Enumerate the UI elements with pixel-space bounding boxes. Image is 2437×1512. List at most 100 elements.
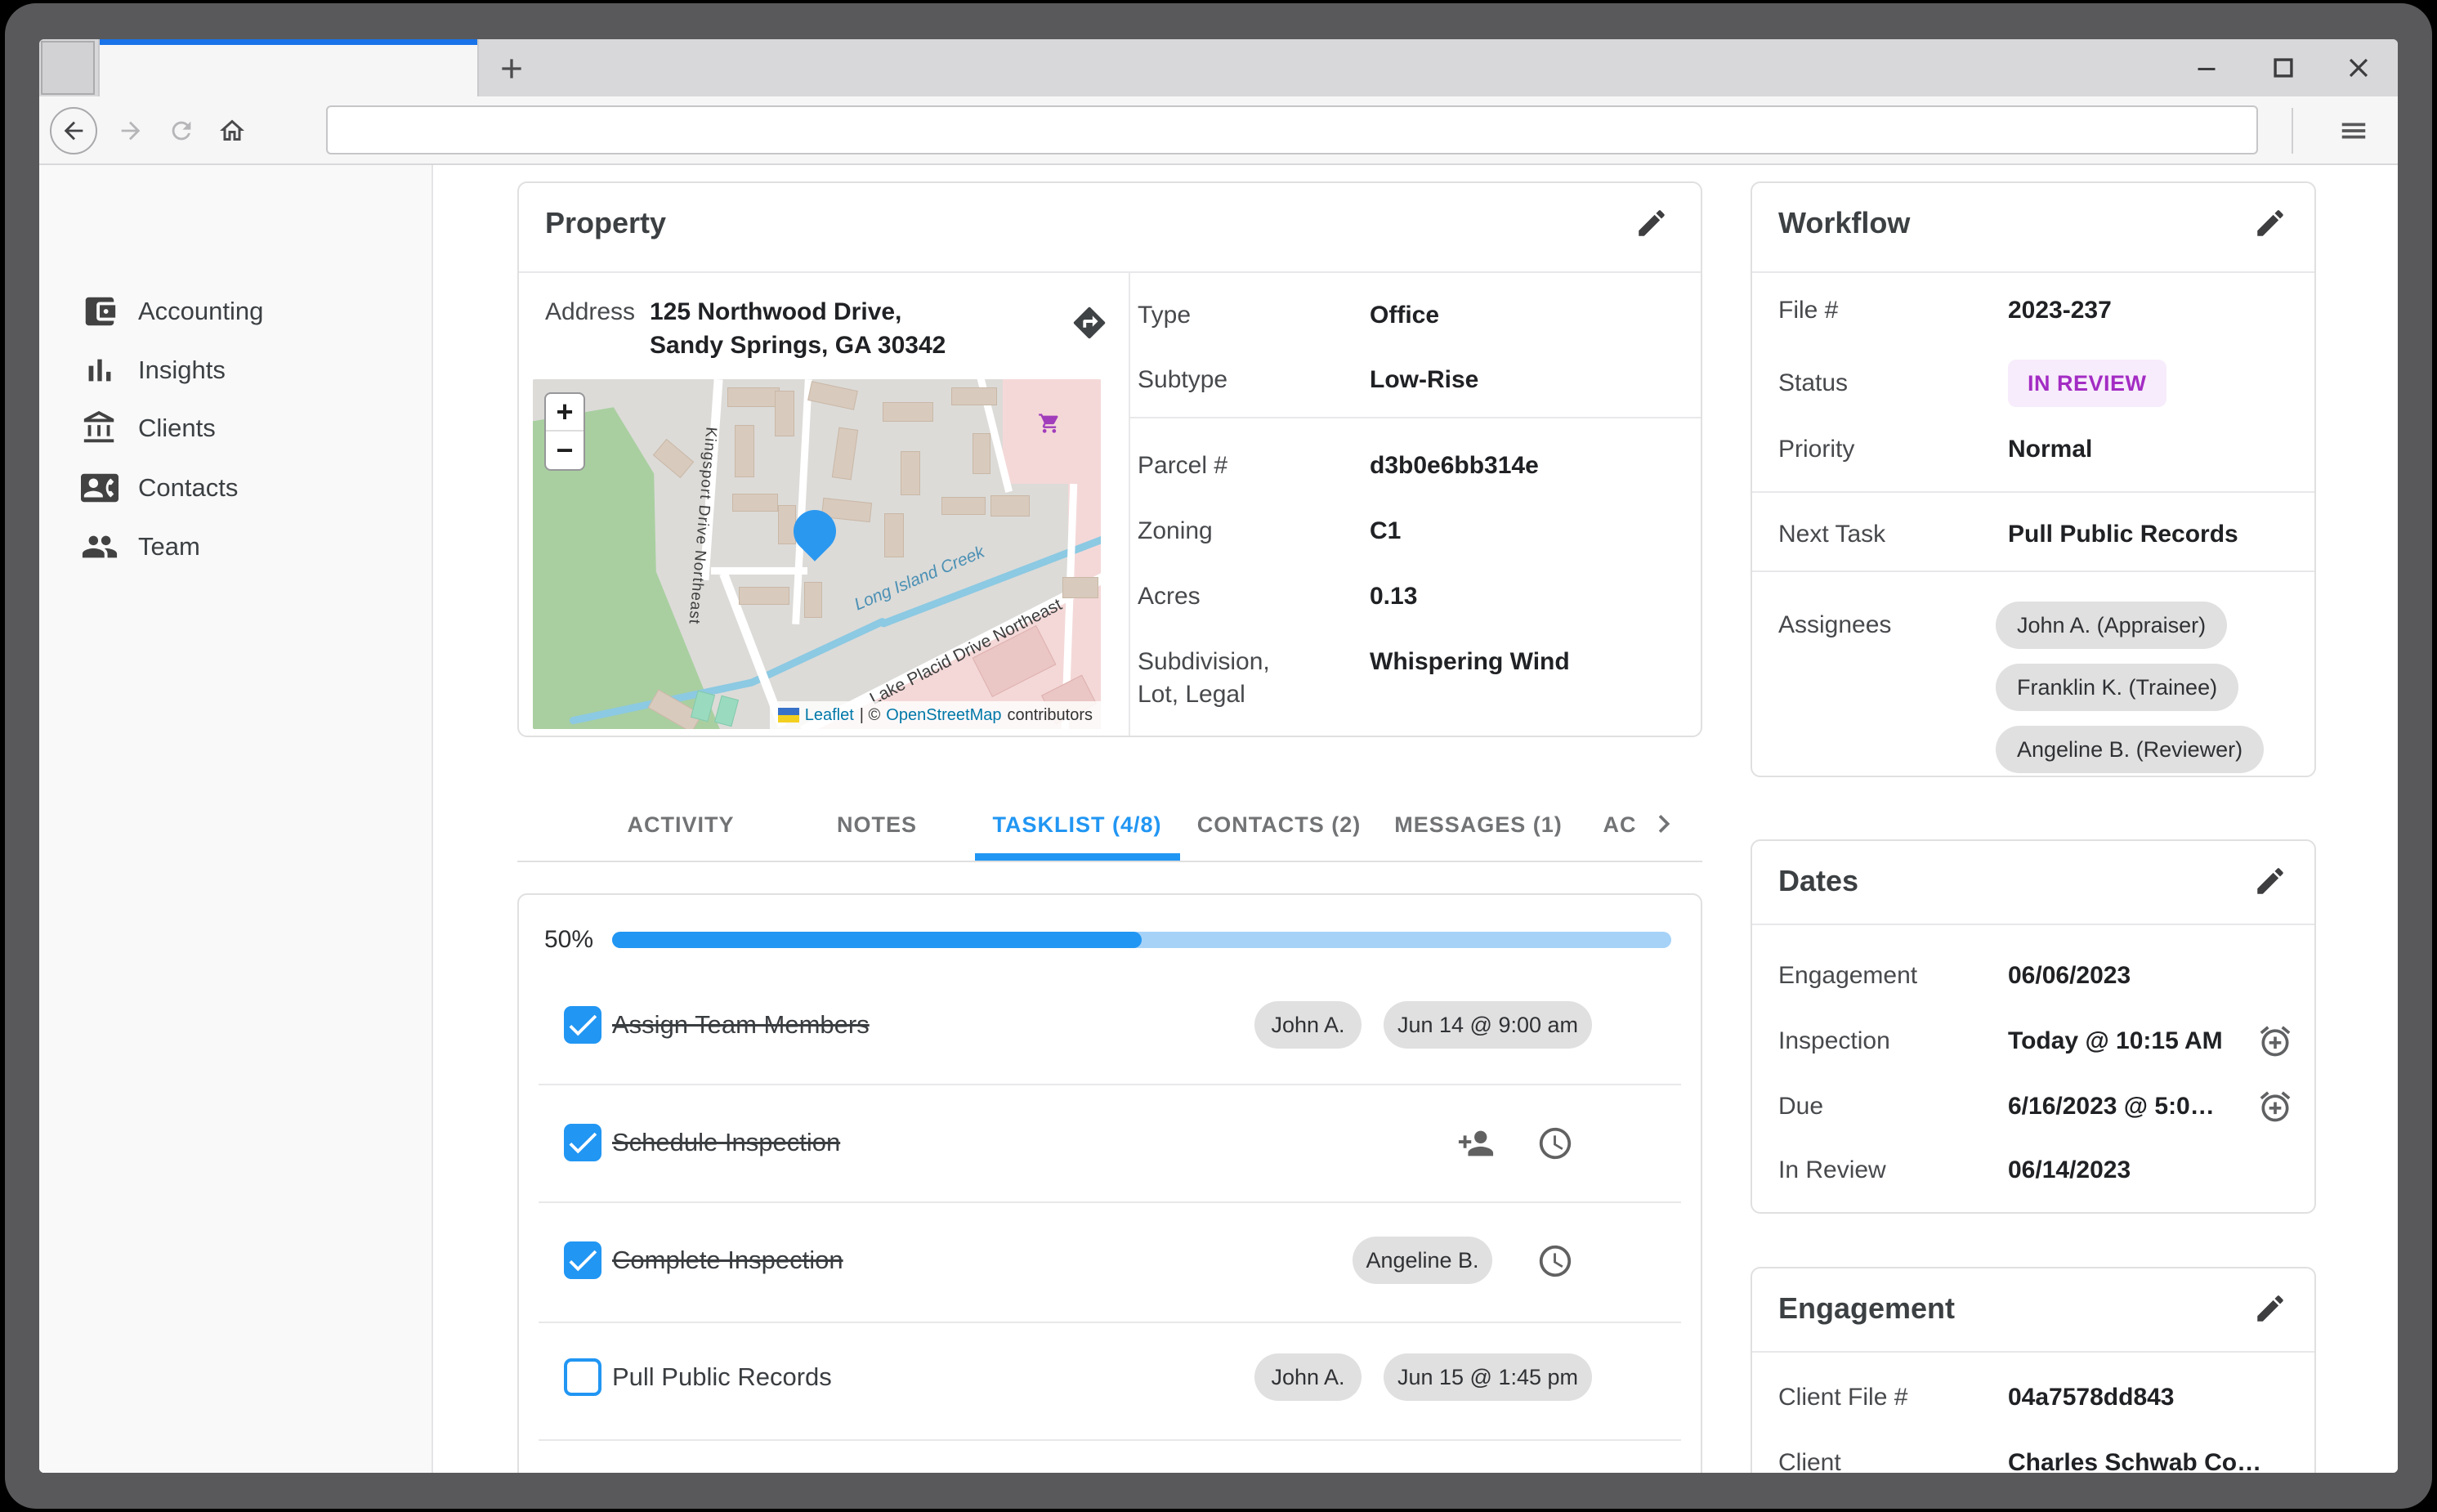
- app-content: Accounting Insights Clients Contacts Tea…: [39, 165, 2398, 1473]
- new-tab-button[interactable]: [485, 49, 538, 88]
- close-button[interactable]: [2322, 39, 2395, 96]
- tab-activity[interactable]: ACTIVITY: [627, 812, 734, 838]
- tasklist-card: 50% Assign Team Members John A. Jun 14 @…: [517, 893, 1702, 1473]
- map-building: [807, 381, 858, 410]
- tab-notes[interactable]: NOTES: [837, 812, 917, 838]
- checkmark-icon: [564, 1124, 601, 1161]
- task-checkbox-pull-public-records[interactable]: [564, 1358, 601, 1396]
- engagement-header-divider: [1752, 1351, 2314, 1353]
- field-value: Today @ 10:15 AM: [2008, 1025, 2223, 1058]
- close-icon: [2343, 52, 2374, 83]
- task-checkbox-complete-inspection[interactable]: [564, 1241, 601, 1279]
- sidebar-item-insights[interactable]: Insights: [39, 344, 433, 396]
- property-edit-button[interactable]: [1634, 206, 1674, 245]
- tab-messages[interactable]: MESSAGES (1): [1394, 812, 1563, 838]
- engagement-client-file-row: Client File #04a7578dd843: [1778, 1381, 2175, 1414]
- inspection-add-alarm-button[interactable]: [2257, 1023, 2295, 1061]
- progress-bar: [612, 932, 1671, 948]
- map-building: [951, 387, 997, 405]
- task-title: Pull Public Records: [612, 1361, 832, 1393]
- toolbar-divider: [2292, 108, 2293, 154]
- map-zoom-out-button[interactable]: −: [546, 432, 584, 469]
- attribution-separator: | ©: [860, 706, 881, 725]
- sidebar-item-contacts[interactable]: Contacts: [39, 462, 433, 514]
- task-set-time-button[interactable]: [1536, 1125, 1574, 1162]
- field-value: Office: [1370, 299, 1439, 332]
- maximize-icon: [2269, 54, 2297, 82]
- dates-edit-button[interactable]: [2253, 864, 2292, 903]
- osm-link[interactable]: OpenStreetMap: [886, 706, 1001, 725]
- tab-tasklist[interactable]: TASKLIST (4/8): [992, 812, 1161, 838]
- field-value: 04a7578dd843: [2008, 1381, 2175, 1414]
- directions-button[interactable]: [1071, 304, 1108, 342]
- back-button[interactable]: [47, 96, 100, 165]
- leaflet-link[interactable]: Leaflet: [805, 706, 854, 725]
- assignee-chip[interactable]: Franklin K. (Trainee): [1996, 664, 2238, 711]
- field-label: Subtype: [1138, 364, 1370, 396]
- task-set-time-button[interactable]: [1536, 1242, 1574, 1280]
- workflow-divider: [1752, 570, 2314, 572]
- browser-active-tab[interactable]: [98, 39, 479, 96]
- maximize-button[interactable]: [2247, 39, 2320, 96]
- map-building: [990, 495, 1030, 517]
- tab-ac-truncated[interactable]: AC: [1603, 812, 1637, 838]
- tabs-bottom-divider: [517, 861, 1702, 862]
- task-checkbox-schedule-inspection[interactable]: [564, 1124, 601, 1161]
- engagement-card: Engagement Client File #04a7578dd843 Cli…: [1751, 1267, 2316, 1473]
- forward-button[interactable]: [110, 96, 152, 165]
- field-label: Type: [1138, 299, 1370, 332]
- tabs-scroll-right-button[interactable]: [1646, 806, 1682, 842]
- task-assignee-chip[interactable]: John A.: [1254, 1353, 1362, 1401]
- tab-contacts[interactable]: CONTACTS (2): [1197, 812, 1362, 838]
- forward-arrow-icon: [117, 117, 145, 145]
- workflow-assignees-label: Assignees: [1778, 609, 1891, 642]
- active-tab-underline: [975, 853, 1180, 861]
- url-bar-input[interactable]: [326, 105, 2258, 154]
- map-building: [1062, 577, 1098, 598]
- task-checkbox-assign-team-members[interactable]: [564, 1006, 601, 1044]
- browser-toolbar: [39, 96, 2398, 165]
- task-title: Schedule Inspection: [612, 1126, 840, 1159]
- assignee-chip[interactable]: Angeline B. (Reviewer): [1996, 726, 2264, 773]
- workflow-header-divider: [1752, 271, 2314, 273]
- map-building: [883, 402, 933, 422]
- map-building: [735, 425, 754, 477]
- map-building: [739, 587, 789, 605]
- sidebar-item-clients[interactable]: Clients: [39, 402, 433, 454]
- engagement-card-title: Engagement: [1778, 1291, 1955, 1326]
- dates-header-divider: [1752, 924, 2314, 925]
- map-creek: [748, 617, 888, 687]
- dates-card-title: Dates: [1778, 864, 1858, 898]
- reload-icon: [168, 117, 195, 145]
- map-building: [727, 387, 780, 407]
- due-add-alarm-button[interactable]: [2257, 1089, 2295, 1126]
- workflow-edit-button[interactable]: [2253, 206, 2292, 245]
- window-frame: Accounting Insights Clients Contacts Tea…: [5, 3, 2432, 1509]
- task-divider: [539, 1439, 1681, 1441]
- minimize-button[interactable]: [2170, 39, 2243, 96]
- checkmark-icon: [564, 1006, 601, 1044]
- engagement-edit-button[interactable]: [2253, 1291, 2292, 1331]
- map-building: [804, 582, 822, 618]
- sidebar-item-team[interactable]: Team: [39, 521, 433, 573]
- task-due-chip[interactable]: Jun 15 @ 1:45 pm: [1384, 1353, 1592, 1401]
- workflow-divider: [1752, 491, 2314, 493]
- task-add-assignee-button[interactable]: [1457, 1125, 1495, 1162]
- map-zoom-in-button[interactable]: +: [546, 394, 584, 432]
- menu-button[interactable]: [2319, 96, 2388, 165]
- sidebar-item-accounting[interactable]: Accounting: [39, 285, 433, 338]
- reload-button[interactable]: [160, 96, 203, 165]
- assignee-chip[interactable]: John A. (Appraiser): [1996, 602, 2227, 649]
- task-divider: [539, 1084, 1681, 1085]
- home-button[interactable]: [211, 96, 253, 165]
- property-map[interactable]: Kingsport Drive Northeast Lake Placid Dr…: [533, 379, 1101, 729]
- workflow-next-task-row: Next TaskPull Public Records: [1778, 518, 2238, 551]
- task-due-chip[interactable]: Jun 14 @ 9:00 am: [1384, 1001, 1592, 1049]
- map-attribution: Leaflet | © OpenStreetMap contributors: [770, 701, 1101, 729]
- task-assignee-chip[interactable]: John A.: [1254, 1001, 1362, 1049]
- field-label: Zoning: [1138, 515, 1370, 548]
- checkmark-icon: [564, 1241, 601, 1279]
- task-assignee-chip[interactable]: Angeline B.: [1353, 1237, 1492, 1284]
- pencil-icon: [2253, 864, 2287, 898]
- minimize-icon: [2192, 53, 2221, 83]
